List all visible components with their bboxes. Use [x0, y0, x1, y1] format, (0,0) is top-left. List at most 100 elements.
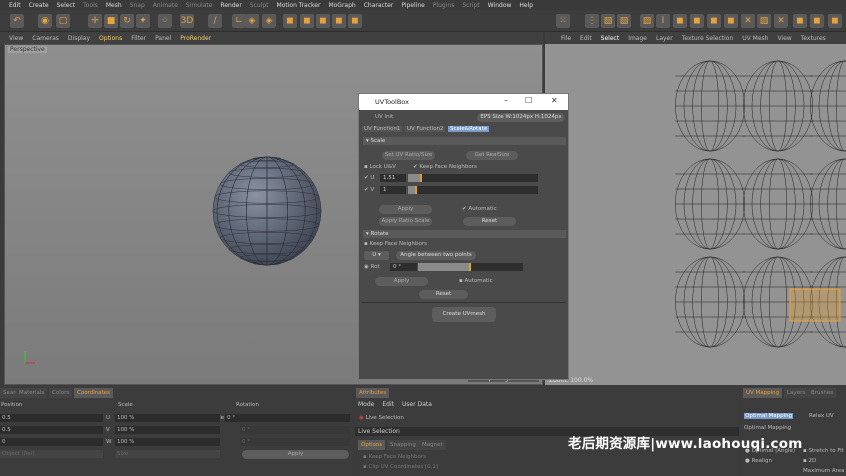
menu-simulate[interactable]: Simulate [186, 2, 213, 9]
v-checkbox[interactable]: ✔ V [364, 187, 374, 193]
create-uvmesh-button[interactable]: Create UVmesh [432, 307, 496, 322]
tab-snapping[interactable]: Snapping [387, 440, 419, 450]
cube4-icon[interactable]: ◼ [332, 14, 346, 28]
uv-menu-texture-selection[interactable]: Texture Selection [682, 35, 734, 42]
menu-mode[interactable]: Mode [358, 401, 374, 408]
scale-field[interactable]: 100 % [115, 426, 220, 434]
menu-help[interactable]: Help [519, 2, 533, 9]
eps-size-button[interactable]: EPS Size W:1024px H:1024px [477, 113, 565, 122]
uv-menu-edit[interactable]: Edit [580, 35, 592, 42]
angle-field-3[interactable]: 0 ° [240, 438, 350, 446]
uv-menu-image[interactable]: Image [628, 35, 647, 42]
rotate-icon[interactable]: ↻ [120, 14, 134, 28]
uv-menu-textures[interactable]: Textures [801, 35, 826, 42]
opt-keep-face-neighbors[interactable]: ▪ Keep Face Neighbors [363, 454, 426, 460]
menu-script[interactable]: Script [462, 2, 479, 9]
angle-field[interactable]: 0 ° [225, 414, 350, 422]
get-realsize-button[interactable]: Get RealSize [466, 151, 518, 160]
2d-checkbox[interactable]: ▪ 2D [803, 458, 816, 464]
model-mode-icon[interactable]: ⋮ [585, 14, 599, 28]
coordinate-system-icon[interactable]: ⁘ [158, 14, 172, 28]
viewport-menu-filter[interactable]: Filter [131, 35, 146, 42]
scale-mode-dropdown[interactable]: Size [115, 450, 220, 458]
menu-mograph[interactable]: MoGraph [328, 2, 355, 9]
selection-icon[interactable]: ▢ [56, 14, 70, 28]
scale-automatic-checkbox[interactable]: ✔ Automatic [462, 206, 497, 212]
tab-uv-function1[interactable]: UV Function1 [362, 126, 403, 132]
tab-relax-uv[interactable]: Relax UV [809, 413, 834, 419]
points-mode-icon[interactable]: ⁙ [556, 14, 570, 28]
v-slider[interactable] [408, 186, 538, 194]
rotate-section-header[interactable]: ▾ Rotate [363, 230, 566, 238]
stretch-to-fit-checkbox[interactable]: ▪ Stretch to Fit [803, 448, 844, 454]
menu-window[interactable]: Window [488, 2, 512, 9]
viewport-menu-panel[interactable]: Panel [155, 35, 171, 42]
uv-a-icon[interactable]: ◼ [690, 14, 704, 28]
uv-layer-icon[interactable]: ◼ [673, 14, 687, 28]
menu-render[interactable]: Render [220, 2, 241, 9]
tab-optimal-mapping[interactable]: Optimal Mapping [744, 413, 794, 419]
cube2-icon[interactable]: ◼ [300, 14, 314, 28]
menu-animate[interactable]: Animate [153, 2, 178, 9]
menu-plugins[interactable]: Plugins [433, 2, 455, 9]
cube5-icon[interactable]: ◼ [348, 14, 362, 28]
rot-value-field[interactable]: 0 ° [390, 263, 417, 271]
tab-brushes[interactable]: Brushes [808, 388, 837, 398]
menu-pipeline[interactable]: Pipeline [401, 2, 424, 9]
render-region-icon[interactable]: 3D [180, 14, 194, 28]
edit-render-icon[interactable]: ∕ [208, 14, 222, 28]
lock-uv-checkbox[interactable]: ▪ Lock U&V [364, 164, 396, 170]
uv-point-icon[interactable]: ▧ [617, 14, 631, 28]
uv-poly-icon[interactable]: ▧ [601, 14, 615, 28]
minimize-button[interactable]: – [504, 96, 508, 105]
viewport-menu-view[interactable]: View [9, 35, 23, 42]
u-checkbox[interactable]: ✔ U [364, 175, 374, 181]
uv-d-icon[interactable]: ◼ [793, 14, 807, 28]
coords-apply-button[interactable]: Apply [242, 450, 349, 459]
texture-mode-icon[interactable]: ▨ [640, 14, 654, 28]
keep-face-neighbors-checkbox[interactable]: ✔ Keep Face Neighbors [413, 164, 477, 170]
tab-options[interactable]: Options [358, 440, 386, 450]
move-icon[interactable]: ✛ [88, 14, 102, 28]
angle-between-points-button[interactable]: Angle between two points [396, 251, 476, 260]
menu-edit[interactable]: Edit [9, 2, 21, 9]
scale-field[interactable]: 100 % [115, 438, 220, 446]
v-value-field[interactable]: 1 [380, 186, 406, 194]
viewport-menu-display[interactable]: Display [68, 35, 90, 42]
uv-b-icon[interactable]: ◼ [707, 14, 721, 28]
rotate-apply-button[interactable]: Apply [375, 277, 428, 286]
u-value-field[interactable]: 1.51 [380, 174, 406, 182]
menu-motion-tracker[interactable]: Motion Tracker [277, 2, 321, 9]
menu-user-data[interactable]: User Data [402, 401, 432, 408]
rotate-reset-button[interactable]: Reset [419, 290, 468, 299]
position-mode-dropdown[interactable]: Object (Rel) [0, 450, 103, 458]
tab-uv-function2[interactable]: UV Function2 [405, 126, 446, 132]
undo-icon[interactable]: ↶ [10, 14, 24, 28]
uv-x-icon[interactable]: ✕ [741, 14, 755, 28]
tab-coordinates[interactable]: Coordinates [74, 388, 114, 398]
uv-f-icon[interactable]: ◼ [828, 14, 842, 28]
tab-scale-rotate[interactable]: Scale&Rotate [448, 126, 490, 132]
position-field[interactable]: 0 [0, 438, 103, 446]
u-slider[interactable] [408, 174, 538, 182]
menu-edit[interactable]: Edit [382, 401, 394, 408]
render-icon[interactable]: ◈ [262, 14, 276, 28]
scale-reset-button[interactable]: Reset [463, 217, 516, 226]
recent-tool-icon[interactable]: ✦ [136, 14, 150, 28]
menu-snap[interactable]: Snap [130, 2, 145, 9]
viewport-menu-options[interactable]: Options [99, 35, 122, 42]
maximize-button[interactable]: ☐ [525, 96, 532, 105]
menu-tools[interactable]: Tools [83, 2, 98, 9]
tab-colors[interactable]: Colors [49, 388, 73, 398]
uv-reset-icon[interactable]: ✕ [774, 14, 788, 28]
floor-icon[interactable]: ∟ [232, 14, 246, 28]
tab-materials[interactable]: Materials [16, 388, 48, 398]
uv-e-icon[interactable]: ◼ [810, 14, 824, 28]
menu-select[interactable]: Select [57, 2, 76, 9]
menu-mesh[interactable]: Mesh [106, 2, 122, 9]
uv-menu-uv-mesh[interactable]: UV Mesh [742, 35, 768, 42]
uv-menu-file[interactable]: File [561, 35, 571, 42]
scale-icon[interactable]: ■ [104, 14, 118, 28]
tab-attributes[interactable]: Attributes [356, 388, 390, 398]
angle-field-2[interactable]: 0 ° [240, 426, 350, 434]
